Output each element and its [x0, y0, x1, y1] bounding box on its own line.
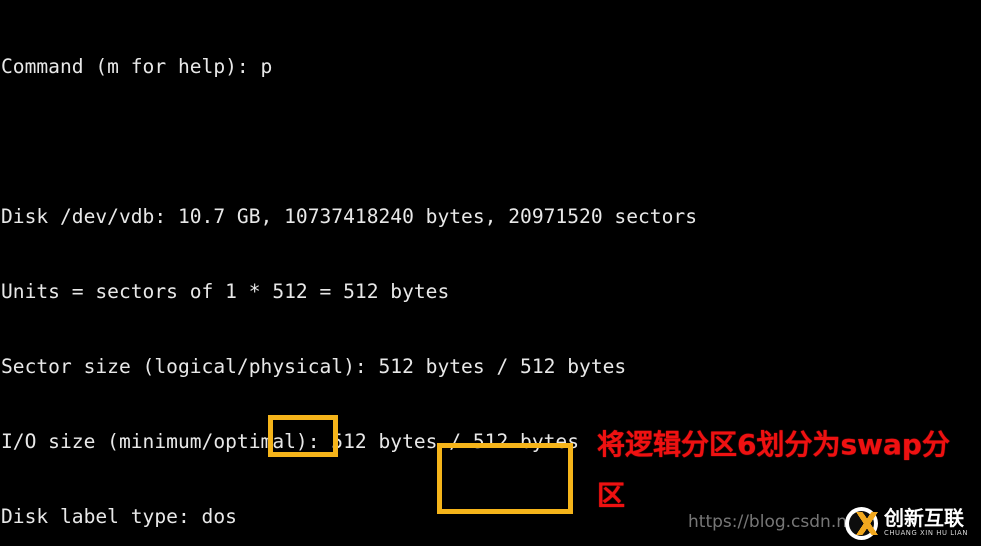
terminal-output[interactable]: Command (m for help): p Disk /dev/vdb: 1…	[0, 0, 981, 546]
terminal-line-blank-1	[1, 129, 981, 154]
logo-name-pinyin: CHUANG XIN HU LIAN	[884, 529, 969, 537]
terminal-line-disk-summary: Disk /dev/vdb: 10.7 GB, 10737418240 byte…	[1, 205, 697, 228]
logo-name-cn: 创新互联	[884, 506, 964, 530]
terminal-screenshot: Command (m for help): p Disk /dev/vdb: 1…	[0, 0, 981, 546]
terminal-line-command-p: Command (m for help): p	[1, 55, 273, 78]
logo-circle-x-icon	[845, 506, 880, 540]
annotation-line-2: 区	[597, 479, 626, 512]
annotation-line-1: 将逻辑分区6划分为swap分	[597, 428, 950, 461]
csdn-watermark: https://blog.csdn.ne	[688, 512, 858, 532]
terminal-line-sector-size: Sector size (logical/physical): 512 byte…	[1, 355, 627, 378]
brand-logo: 创新互联 CHUANG XIN HU LIAN	[845, 503, 981, 543]
logo-text-group: 创新互联 CHUANG XIN HU LIAN	[884, 508, 971, 538]
terminal-line-units: Units = sectors of 1 * 512 = 512 bytes	[1, 280, 450, 303]
